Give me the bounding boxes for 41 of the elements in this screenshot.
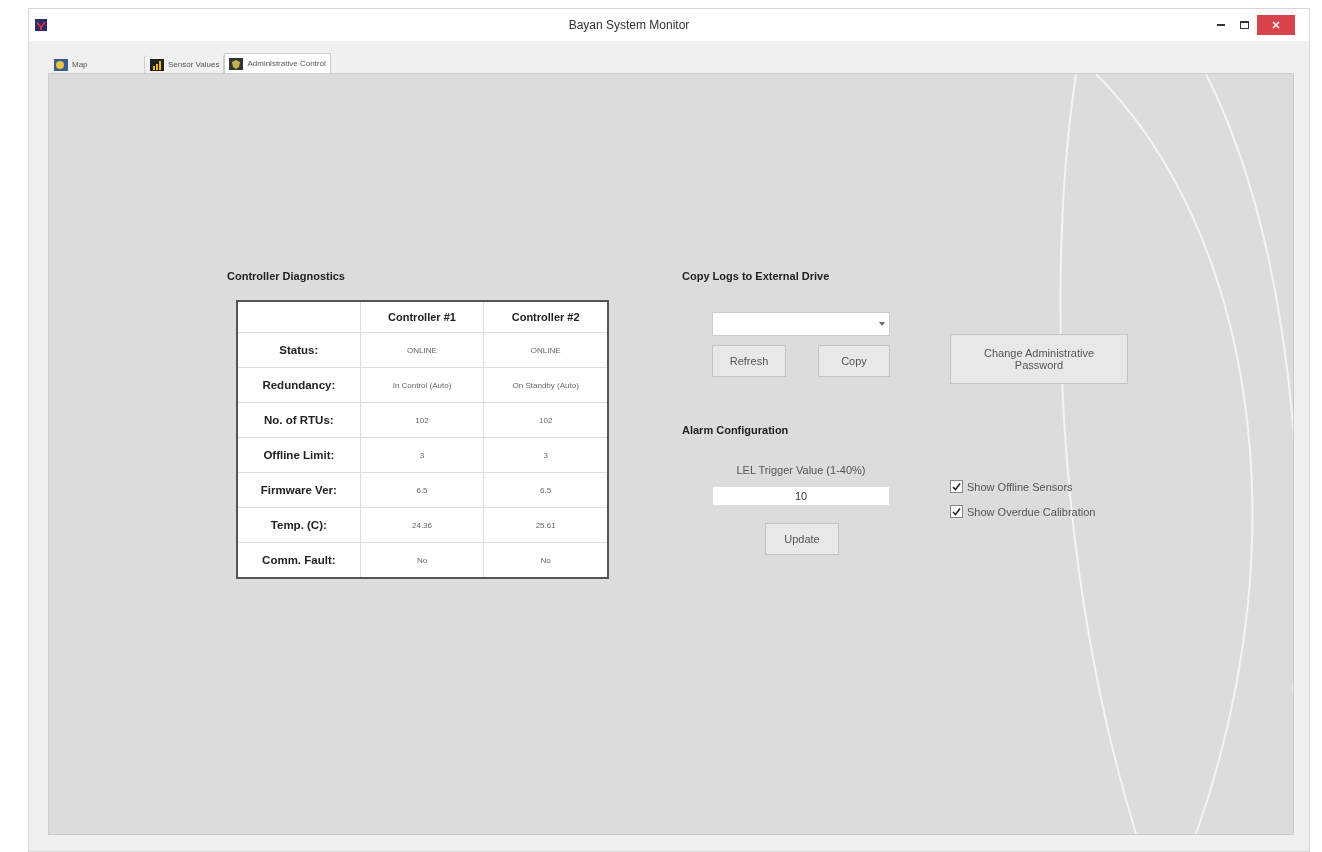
action-button[interactable]: Copy (818, 345, 890, 377)
action-button[interactable]: Refresh (712, 345, 786, 377)
section-title: Alarm Configuration (682, 424, 790, 436)
checkbox[interactable] (950, 505, 963, 518)
window-title: Bayan System Monitor (567, 18, 691, 32)
row-label: Redundancy: (237, 367, 361, 403)
table-cell: 102 (360, 402, 484, 438)
tab[interactable]: Administrative Control (224, 53, 331, 73)
section-title: Controller Diagnostics (227, 270, 346, 282)
checkbox-label: Show Overdue Calibration (967, 505, 1096, 518)
table-cell: 3 (360, 437, 484, 473)
caret-icon (879, 322, 885, 326)
update-button[interactable]: Update (765, 523, 839, 555)
map-icon (54, 58, 68, 71)
row-label: No. of RTUs: (237, 402, 361, 438)
table-cell: 24.36 (360, 507, 484, 543)
option-checkbox[interactable]: Show Offline Sensors (950, 480, 1150, 493)
tab-label: Administrative Control (247, 59, 326, 68)
shield-icon (229, 57, 244, 70)
minimize-icon (1217, 24, 1225, 26)
field-label: LEL Trigger Value (1-40%) (735, 464, 867, 476)
option-checkbox[interactable]: Show Overdue Calibration (950, 505, 1150, 518)
row-label: Firmware Ver: (237, 472, 361, 508)
bar-chart-icon (150, 58, 164, 71)
table-cell: In Control (Auto) (360, 367, 484, 403)
checkbox-label: Show Offline Sensors (967, 480, 1073, 493)
maximize-icon (1239, 21, 1249, 29)
table-cell: ONLINE (360, 332, 484, 368)
row-label: Offline Limit: (237, 437, 361, 473)
trigger-value-field[interactable]: 10 (712, 486, 890, 506)
column-header: Controller #1 (360, 301, 484, 333)
row-label: Status: (237, 332, 361, 368)
tab-label: Map (72, 60, 88, 69)
tab-label: Sensor Values (168, 60, 220, 69)
checkbox[interactable] (950, 480, 963, 493)
section-title: Copy Logs to External Drive (682, 270, 831, 282)
table-cell: 6.5 (360, 472, 484, 508)
row-label: Temp. (C): (237, 507, 361, 543)
change-password-button[interactable]: Change Administrative Password (950, 334, 1128, 384)
app-logo-icon (35, 19, 47, 31)
close-icon (1272, 21, 1280, 29)
